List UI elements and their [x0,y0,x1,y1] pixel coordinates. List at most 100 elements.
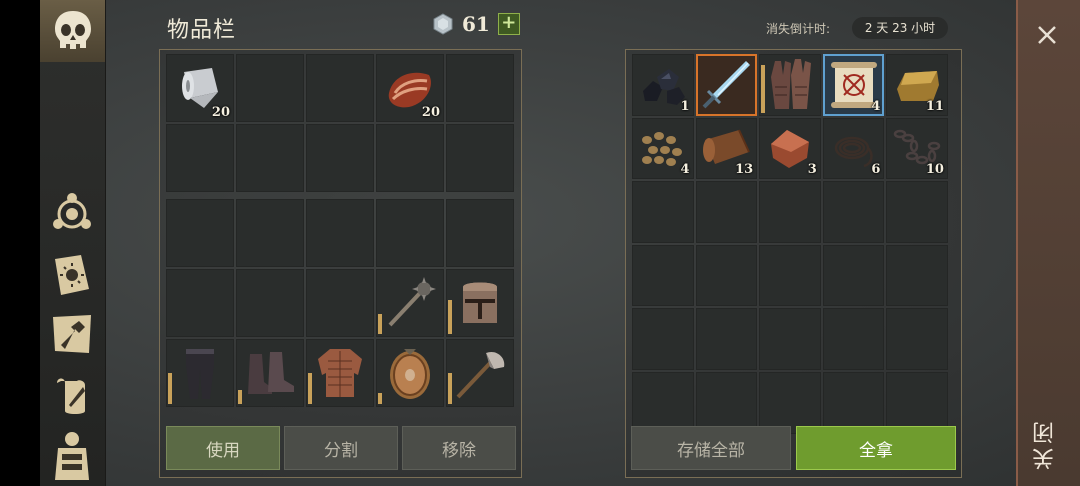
loot-slot[interactable] [822,181,885,243]
journal-sun-icon[interactable] [46,248,98,300]
inventory-slot[interactable] [236,269,304,337]
durability-bar [448,300,452,334]
loot-slot[interactable] [695,308,758,370]
loot-grid: 1 4 11 4 13 3 6 10 [632,54,948,434]
loot-slot[interactable] [695,244,758,307]
inventory-title: 物品栏 [167,18,237,43]
axe-icon [446,339,514,407]
loot-slot[interactable] [886,181,948,243]
take-all-button[interactable]: 全拿 [796,426,956,470]
inventory-slot[interactable]: 20 [376,54,444,122]
durability-bar [308,373,312,404]
inventory-slot[interactable] [236,54,304,122]
loot-slot[interactable]: 4 [822,54,885,116]
leather-pants-icon [166,339,234,407]
durability-bar [761,64,766,113]
inventory-slot[interactable] [306,54,374,122]
loot-slot[interactable] [759,54,821,116]
crafting-hammer-icon[interactable] [46,308,98,360]
currency-value: 61 [462,12,490,36]
loot-slot[interactable] [632,181,694,243]
inventory-top-grid: 20 20 [166,54,514,192]
loot-slot[interactable]: 1 [632,54,694,116]
loot-slot[interactable] [886,244,948,307]
item-quantity: 20 [211,105,230,120]
round-shield-icon [376,339,444,407]
loot-slot[interactable] [759,244,821,307]
item-quantity: 4 [871,98,881,114]
inventory-slot[interactable] [306,199,374,267]
inventory-slot[interactable] [306,124,374,192]
inventory-slot[interactable] [306,339,374,407]
close-label[interactable]: 关闭 [1030,400,1066,470]
add-currency-button[interactable]: + [497,13,520,35]
loot-slot[interactable]: 10 [886,117,948,180]
inventory-slot[interactable] [446,124,514,192]
item-quantity: 11 [925,98,944,114]
loot-slot[interactable] [759,181,821,243]
loot-slot[interactable] [886,371,948,434]
mace-icon [376,269,444,337]
leather-boots-icon [236,339,304,407]
inventory-slot[interactable] [166,199,234,267]
item-quantity: 20 [421,105,440,120]
inventory-slot[interactable] [306,269,374,337]
remove-button[interactable]: 移除 [402,426,516,470]
close-icon[interactable] [1030,18,1064,52]
loot-slot[interactable] [695,371,758,434]
inventory-slot[interactable] [446,199,514,267]
loot-slot[interactable] [632,308,694,370]
store-all-button[interactable]: 存储全部 [631,426,791,470]
scroll-quill-icon[interactable] [46,370,98,422]
character-armor-icon[interactable] [46,430,98,482]
inventory-slot[interactable] [376,269,444,337]
loot-slot[interactable] [695,54,758,116]
inventory-slot[interactable] [446,269,514,337]
inventory-slot[interactable]: 20 [166,54,234,122]
inventory-slot[interactable] [236,339,304,407]
loot-slot[interactable] [695,181,758,243]
loot-slot[interactable]: 13 [695,117,758,180]
inventory-slot[interactable] [236,124,304,192]
inventory-slot[interactable] [376,339,444,407]
item-quantity: 1 [680,98,690,114]
inventory-slot[interactable] [236,199,304,267]
countdown-label: 消失倒计时: [766,22,831,36]
inventory-slot[interactable] [166,124,234,192]
ice-sword-icon [696,54,758,116]
durability-bar [168,373,172,404]
durability-bar [378,393,382,404]
split-button[interactable]: 分割 [284,426,398,470]
item-quantity: 10 [925,162,944,178]
sidebar [40,0,106,486]
loot-slot[interactable] [886,308,948,370]
loot-slot[interactable]: 3 [759,117,821,180]
inventory-slot[interactable] [376,124,444,192]
skull-tab[interactable] [40,0,105,62]
inventory-slot[interactable] [166,269,234,337]
loot-slot[interactable] [632,371,694,434]
inventory-slot[interactable] [376,199,444,267]
loot-slot[interactable] [822,308,885,370]
item-quantity: 3 [807,162,817,178]
inventory-slot[interactable] [446,339,514,407]
loot-slot[interactable]: 6 [822,117,885,180]
item-quantity: 13 [735,162,754,178]
loot-slot[interactable] [632,244,694,307]
inventory-slot[interactable] [166,339,234,407]
great-helm-icon [446,269,514,337]
loot-slot[interactable] [759,371,821,434]
loot-slot[interactable] [759,308,821,370]
use-button[interactable]: 使用 [166,426,280,470]
inventory-slot[interactable] [446,54,514,122]
loot-slot[interactable] [822,371,885,434]
countdown-value: 2 天 23 小时 [852,17,948,39]
item-quantity: 4 [680,162,690,178]
leather-jacket-icon [306,339,374,407]
loot-slot[interactable] [822,244,885,307]
skills-icon[interactable] [46,188,98,240]
loot-slot[interactable]: 4 [632,117,694,180]
loot-slot[interactable]: 11 [886,54,948,116]
durability-bar [238,390,242,404]
screen-edge [0,0,40,486]
